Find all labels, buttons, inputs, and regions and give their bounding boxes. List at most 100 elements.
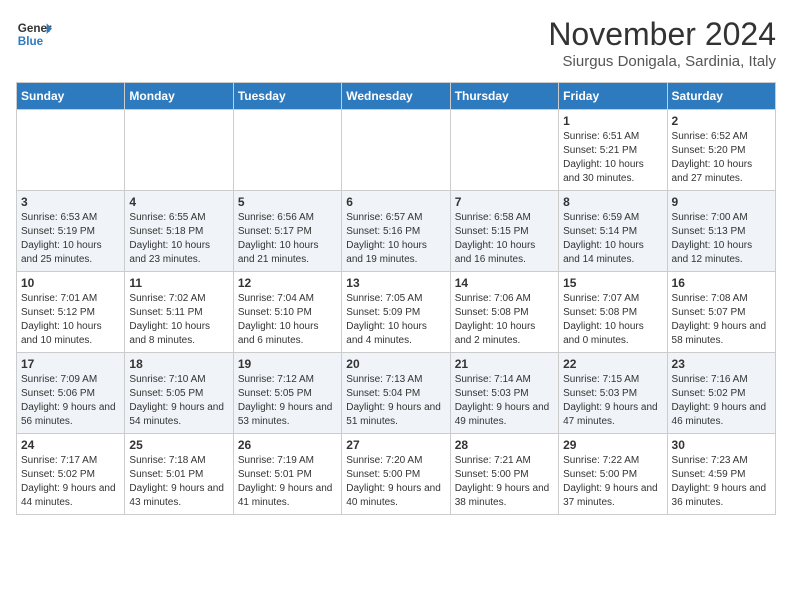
calendar-cell: 3 Sunrise: 6:53 AM Sunset: 5:19 PM Daylig… bbox=[17, 191, 125, 272]
logo: General Blue bbox=[16, 16, 52, 52]
day-number: 30 bbox=[672, 438, 771, 452]
day-number: 19 bbox=[238, 357, 337, 371]
day-number: 25 bbox=[129, 438, 228, 452]
day-info: Sunrise: 7:16 AM Sunset: 5:02 PM Dayligh… bbox=[672, 373, 771, 429]
calendar-cell: 14Sunrise: 7:06 AM Sunset: 5:08 PM Dayli… bbox=[450, 272, 558, 353]
page-header: General Blue November 2024 Siurgus Donig… bbox=[16, 16, 776, 70]
day-info: Sunrise: 7:18 AM Sunset: 5:01 PM Dayligh… bbox=[129, 454, 228, 510]
day-number: 14 bbox=[455, 276, 554, 290]
calendar-cell: 25 Sunrise: 7:18 AM Sunset: 5:01 PM Dayli… bbox=[125, 434, 233, 515]
calendar-cell: 29 Sunrise: 7:22 AM Sunset: 5:00 PM Dayli… bbox=[559, 434, 667, 515]
calendar-cell: 13Sunrise: 7:05 AM Sunset: 5:09 PM Dayli… bbox=[342, 272, 450, 353]
day-number: 10 bbox=[21, 276, 120, 290]
day-info: Sunrise: 7:13 AM Sunset: 5:04 PM Dayligh… bbox=[346, 373, 445, 429]
calendar-cell bbox=[17, 110, 125, 191]
calendar-cell bbox=[342, 110, 450, 191]
day-info: Sunrise: 6:53 AM Sunset: 5:19 PM Dayligh… bbox=[21, 211, 120, 267]
day-info: Sunrise: 6:59 AM Sunset: 5:14 PM Dayligh… bbox=[563, 211, 662, 267]
title-area: November 2024 Siurgus Donigala, Sardinia… bbox=[548, 16, 776, 70]
day-info: Sunrise: 6:57 AM Sunset: 5:16 PM Dayligh… bbox=[346, 211, 445, 267]
day-info: Sunrise: 7:00 AM Sunset: 5:13 PM Dayligh… bbox=[672, 211, 771, 267]
calendar-week-row: 24 Sunrise: 7:17 AM Sunset: 5:02 PM Dayli… bbox=[17, 434, 776, 515]
calendar-cell: 23 Sunrise: 7:16 AM Sunset: 5:02 PM Dayli… bbox=[667, 353, 775, 434]
calendar-body: 1 Sunrise: 6:51 AM Sunset: 5:21 PM Daylig… bbox=[17, 110, 776, 515]
calendar-cell: 4Sunrise: 6:55 AM Sunset: 5:18 PM Daylig… bbox=[125, 191, 233, 272]
day-of-week-header: Saturday bbox=[667, 83, 775, 110]
day-number: 7 bbox=[455, 195, 554, 209]
calendar-cell: 6 Sunrise: 6:57 AM Sunset: 5:16 PM Daylig… bbox=[342, 191, 450, 272]
svg-text:Blue: Blue bbox=[18, 35, 44, 48]
day-number: 24 bbox=[21, 438, 120, 452]
day-number: 16 bbox=[672, 276, 771, 290]
calendar-cell: 2 Sunrise: 6:52 AM Sunset: 5:20 PM Daylig… bbox=[667, 110, 775, 191]
day-info: Sunrise: 7:15 AM Sunset: 5:03 PM Dayligh… bbox=[563, 373, 662, 429]
logo-icon: General Blue bbox=[16, 16, 52, 52]
day-number: 29 bbox=[563, 438, 662, 452]
calendar-cell: 18Sunrise: 7:10 AM Sunset: 5:05 PM Dayli… bbox=[125, 353, 233, 434]
calendar-cell: 19 Sunrise: 7:12 AM Sunset: 5:05 PM Dayli… bbox=[233, 353, 341, 434]
day-info: Sunrise: 7:09 AM Sunset: 5:06 PM Dayligh… bbox=[21, 373, 120, 429]
calendar-cell: 27 Sunrise: 7:20 AM Sunset: 5:00 PM Dayli… bbox=[342, 434, 450, 515]
day-info: Sunrise: 7:01 AM Sunset: 5:12 PM Dayligh… bbox=[21, 292, 120, 348]
day-number: 23 bbox=[672, 357, 771, 371]
calendar-cell bbox=[233, 110, 341, 191]
day-number: 8 bbox=[563, 195, 662, 209]
calendar-cell bbox=[125, 110, 233, 191]
day-number: 9 bbox=[672, 195, 771, 209]
day-number: 21 bbox=[455, 357, 554, 371]
day-number: 11 bbox=[129, 276, 228, 290]
calendar-cell: 22 Sunrise: 7:15 AM Sunset: 5:03 PM Dayli… bbox=[559, 353, 667, 434]
day-number: 26 bbox=[238, 438, 337, 452]
day-info: Sunrise: 7:17 AM Sunset: 5:02 PM Dayligh… bbox=[21, 454, 120, 510]
calendar-header: SundayMondayTuesdayWednesdayThursdayFrid… bbox=[17, 83, 776, 110]
day-number: 15 bbox=[563, 276, 662, 290]
day-number: 22 bbox=[563, 357, 662, 371]
day-number: 5 bbox=[238, 195, 337, 209]
calendar-cell: 26 Sunrise: 7:19 AM Sunset: 5:01 PM Dayli… bbox=[233, 434, 341, 515]
calendar-cell: 8 Sunrise: 6:59 AM Sunset: 5:14 PM Daylig… bbox=[559, 191, 667, 272]
day-info: Sunrise: 7:10 AM Sunset: 5:05 PM Dayligh… bbox=[129, 373, 228, 429]
day-info: Sunrise: 7:20 AM Sunset: 5:00 PM Dayligh… bbox=[346, 454, 445, 510]
calendar-cell: 5Sunrise: 6:56 AM Sunset: 5:17 PM Daylig… bbox=[233, 191, 341, 272]
calendar-cell: 7 Sunrise: 6:58 AM Sunset: 5:15 PM Daylig… bbox=[450, 191, 558, 272]
calendar-table: SundayMondayTuesdayWednesdayThursdayFrid… bbox=[16, 82, 776, 515]
calendar-cell bbox=[450, 110, 558, 191]
calendar-cell: 11 Sunrise: 7:02 AM Sunset: 5:11 PM Dayli… bbox=[125, 272, 233, 353]
day-of-week-header: Friday bbox=[559, 83, 667, 110]
day-info: Sunrise: 7:12 AM Sunset: 5:05 PM Dayligh… bbox=[238, 373, 337, 429]
day-number: 1 bbox=[563, 114, 662, 128]
day-number: 2 bbox=[672, 114, 771, 128]
month-title: November 2024 bbox=[548, 16, 776, 53]
calendar-cell: 24 Sunrise: 7:17 AM Sunset: 5:02 PM Dayli… bbox=[17, 434, 125, 515]
calendar-week-row: 1 Sunrise: 6:51 AM Sunset: 5:21 PM Daylig… bbox=[17, 110, 776, 191]
day-info: Sunrise: 7:07 AM Sunset: 5:08 PM Dayligh… bbox=[563, 292, 662, 348]
day-info: Sunrise: 6:52 AM Sunset: 5:20 PM Dayligh… bbox=[672, 130, 771, 186]
day-of-week-header: Thursday bbox=[450, 83, 558, 110]
day-info: Sunrise: 7:19 AM Sunset: 5:01 PM Dayligh… bbox=[238, 454, 337, 510]
day-info: Sunrise: 6:51 AM Sunset: 5:21 PM Dayligh… bbox=[563, 130, 662, 186]
day-info: Sunrise: 6:58 AM Sunset: 5:15 PM Dayligh… bbox=[455, 211, 554, 267]
location: Siurgus Donigala, Sardinia, Italy bbox=[548, 53, 776, 70]
calendar-cell: 15 Sunrise: 7:07 AM Sunset: 5:08 PM Dayli… bbox=[559, 272, 667, 353]
day-info: Sunrise: 7:04 AM Sunset: 5:10 PM Dayligh… bbox=[238, 292, 337, 348]
day-of-week-header: Wednesday bbox=[342, 83, 450, 110]
day-info: Sunrise: 7:02 AM Sunset: 5:11 PM Dayligh… bbox=[129, 292, 228, 348]
calendar-cell: 20 Sunrise: 7:13 AM Sunset: 5:04 PM Dayli… bbox=[342, 353, 450, 434]
calendar-cell: 9 Sunrise: 7:00 AM Sunset: 5:13 PM Daylig… bbox=[667, 191, 775, 272]
day-number: 13 bbox=[346, 276, 445, 290]
calendar-cell: 10 Sunrise: 7:01 AM Sunset: 5:12 PM Dayli… bbox=[17, 272, 125, 353]
calendar-week-row: 10 Sunrise: 7:01 AM Sunset: 5:12 PM Dayli… bbox=[17, 272, 776, 353]
calendar-cell: 12Sunrise: 7:04 AM Sunset: 5:10 PM Dayli… bbox=[233, 272, 341, 353]
day-info: Sunrise: 7:14 AM Sunset: 5:03 PM Dayligh… bbox=[455, 373, 554, 429]
day-of-week-header: Sunday bbox=[17, 83, 125, 110]
calendar-cell: 21 Sunrise: 7:14 AM Sunset: 5:03 PM Dayli… bbox=[450, 353, 558, 434]
day-number: 3 bbox=[21, 195, 120, 209]
day-number: 27 bbox=[346, 438, 445, 452]
day-number: 6 bbox=[346, 195, 445, 209]
day-info: Sunrise: 7:08 AM Sunset: 5:07 PM Dayligh… bbox=[672, 292, 771, 348]
calendar-cell: 28Sunrise: 7:21 AM Sunset: 5:00 PM Dayli… bbox=[450, 434, 558, 515]
day-number: 4 bbox=[129, 195, 228, 209]
day-info: Sunrise: 7:22 AM Sunset: 5:00 PM Dayligh… bbox=[563, 454, 662, 510]
day-of-week-header: Monday bbox=[125, 83, 233, 110]
day-number: 20 bbox=[346, 357, 445, 371]
